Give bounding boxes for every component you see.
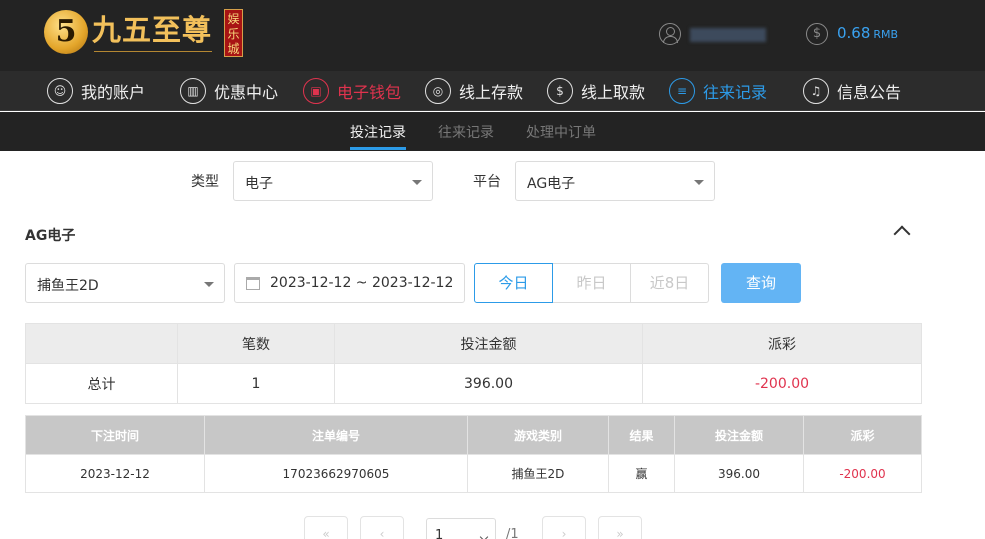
nav-my-account[interactable]: ☺ 我的账户 <box>47 77 145 105</box>
gift-icon: ▥ <box>180 78 206 104</box>
sub-nav: 投注记录 往来记录 处理中订单 <box>0 112 985 151</box>
platform-label: 平台 <box>473 174 501 190</box>
summary-header-cell <box>25 323 178 364</box>
nav-transaction-records[interactable]: ≡ 往来记录 <box>669 77 767 105</box>
platform-select[interactable]: AG电子 <box>515 161 715 201</box>
page-select[interactable]: 1 <box>426 518 496 539</box>
game-select[interactable]: 捕鱼王2D <box>25 263 225 303</box>
calendar-icon <box>246 277 260 290</box>
summary-header-cell: 投注金额 <box>334 323 643 364</box>
collapse-chevron-up-icon[interactable] <box>893 225 911 243</box>
tab-bet-records[interactable]: 投注记录 <box>350 122 406 142</box>
query-button[interactable]: 查询 <box>721 263 801 303</box>
table-cell: 17023662970605 <box>204 454 468 493</box>
type-label: 类型 <box>191 174 219 190</box>
caret-down-icon <box>204 282 214 287</box>
page-total: /1 <box>506 527 519 539</box>
caret-down-icon <box>412 180 422 185</box>
table-cell: 396.00 <box>674 454 804 493</box>
table-row: 2023-12-12 17023662970605 捕鱼王2D 赢 396.00… <box>25 454 922 493</box>
date-range-value: 2023-12-12 ~ 2023-12-12 <box>270 275 454 291</box>
game-select-value: 捕鱼王2D <box>37 278 99 294</box>
brand-seal: 娱乐城 <box>224 9 243 57</box>
withdraw-icon: $ <box>547 78 573 104</box>
type-select[interactable]: 电子 <box>233 161 433 201</box>
nav-e-wallet[interactable]: ▣ 电子钱包 <box>303 77 401 105</box>
nav-online-deposit[interactable]: ◎ 线上存款 <box>425 77 523 105</box>
tab-pending-orders[interactable]: 处理中订单 <box>526 122 596 142</box>
details-header-cell: 注单编号 <box>204 415 468 455</box>
nav-label: 往来记录 <box>703 83 768 102</box>
first-page-button[interactable]: « <box>304 516 348 539</box>
brand-name: 九五至尊 <box>92 13 213 47</box>
double-chevron-left-icon: « <box>322 527 330 539</box>
nav-label: 电子钱包 <box>337 83 402 102</box>
bell-icon: ♫ <box>803 78 829 104</box>
wallet-icon: ▣ <box>303 78 329 104</box>
logo-underline <box>94 51 212 52</box>
nav-announcements[interactable]: ♫ 信息公告 <box>803 77 901 105</box>
nav-label: 我的账户 <box>81 83 146 102</box>
summary-cell: 1 <box>177 363 335 404</box>
user-avatar-icon[interactable] <box>659 23 681 45</box>
table-cell: -200.00 <box>803 454 922 493</box>
nav-label: 线上取款 <box>581 83 646 102</box>
chevron-left-icon: ‹ <box>379 527 385 539</box>
table-cell: 捕鱼王2D <box>467 454 609 493</box>
nav-label: 线上存款 <box>459 83 524 102</box>
nav-promotions[interactable]: ▥ 优惠中心 <box>180 77 278 105</box>
details-header-cell: 下注时间 <box>25 415 205 455</box>
summary-header-cell: 派彩 <box>642 323 922 364</box>
details-header-cell: 游戏类别 <box>467 415 609 455</box>
date-range-input[interactable]: 2023-12-12 ~ 2023-12-12 <box>234 263 465 303</box>
double-chevron-right-icon: » <box>616 527 624 539</box>
tab-transfer-records[interactable]: 往来记录 <box>438 122 494 142</box>
dollar-icon: $ <box>806 23 828 45</box>
table-cell: 赢 <box>608 454 675 493</box>
username-redacted <box>690 28 766 42</box>
next-page-button[interactable]: › <box>542 516 586 539</box>
summary-total-row: 总计 1 396.00 -200.00 <box>25 363 922 404</box>
chevron-right-icon: › <box>561 527 567 539</box>
balance-amount: 0.68 <box>837 24 871 42</box>
balance-currency: RMB <box>873 28 899 41</box>
type-select-value: 电子 <box>245 176 273 192</box>
main-nav: ☺ 我的账户 ▥ 优惠中心 ▣ 电子钱包 ◎ 线上存款 $ 线上取款 ≡ 往来记… <box>0 71 985 111</box>
logo-coin-icon: 5 <box>44 10 88 54</box>
nav-label: 优惠中心 <box>214 83 279 102</box>
bet-details-table: 下注时间 注单编号 游戏类别 结果 投注金额 派彩 2023-12-12 170… <box>25 415 922 493</box>
nav-online-withdraw[interactable]: $ 线上取款 <box>547 77 645 105</box>
details-header-cell: 结果 <box>608 415 675 455</box>
quick-date-group: 今日 昨日 近8日 <box>474 263 709 303</box>
details-header-row: 下注时间 注单编号 游戏类别 结果 投注金额 派彩 <box>25 415 922 455</box>
details-header-cell: 派彩 <box>803 415 922 455</box>
deposit-icon: ◎ <box>425 78 451 104</box>
active-tab-indicator <box>350 147 406 150</box>
prev-page-button[interactable]: ‹ <box>360 516 404 539</box>
last-8-days-button[interactable]: 近8日 <box>630 263 709 303</box>
records-icon: ≡ <box>669 78 695 104</box>
brand-logo[interactable]: 5 九五至尊 娱乐城 <box>44 9 249 59</box>
page-select-value: 1 <box>435 528 444 539</box>
platform-select-value: AG电子 <box>527 176 576 192</box>
caret-down-icon <box>694 180 704 185</box>
details-header-cell: 投注金额 <box>674 415 804 455</box>
user-icon: ☺ <box>47 78 73 104</box>
chevron-down-icon <box>479 532 489 539</box>
top-header: 5 九五至尊 娱乐城 $ 0.68 RMB <box>0 0 985 71</box>
summary-cell: -200.00 <box>642 363 922 404</box>
section-title: AG电子 <box>25 228 76 244</box>
last-page-button[interactable]: » <box>598 516 642 539</box>
nav-label: 信息公告 <box>837 83 902 102</box>
balance-display: 0.68 RMB <box>837 24 898 42</box>
table-cell: 2023-12-12 <box>25 454 205 493</box>
summary-table: 笔数 投注金额 派彩 总计 1 396.00 -200.00 <box>25 323 922 404</box>
yesterday-button[interactable]: 昨日 <box>552 263 631 303</box>
summary-header-row: 笔数 投注金额 派彩 <box>25 323 922 364</box>
summary-cell: 396.00 <box>334 363 643 404</box>
summary-cell: 总计 <box>25 363 178 404</box>
today-button[interactable]: 今日 <box>474 263 553 303</box>
summary-header-cell: 笔数 <box>177 323 335 364</box>
